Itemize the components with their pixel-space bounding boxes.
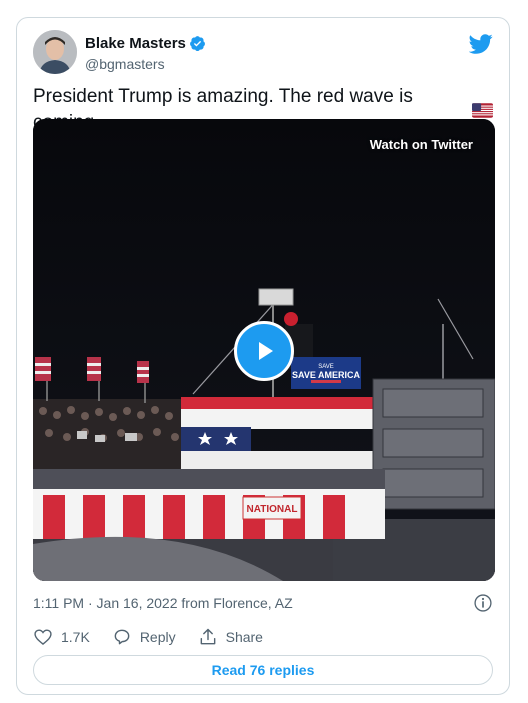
reply-bubble-icon [114, 629, 130, 645]
tweet-meta: 1:11 PM · Jan 16, 2022 from Florence, AZ [33, 592, 493, 614]
avatar[interactable] [33, 30, 77, 74]
reply-label: Reply [139, 629, 176, 645]
like-count: 1.7K [61, 629, 90, 645]
watch-on-twitter-link[interactable]: Watch on Twitter [370, 137, 473, 152]
tweet-card: Blake Masters @bgmasters President Trump… [16, 17, 510, 695]
author-name-row: Blake Masters [85, 35, 206, 52]
verified-badge-icon [189, 36, 205, 52]
like-button[interactable]: 1.7K [33, 627, 90, 647]
info-icon[interactable] [473, 593, 493, 613]
read-replies-button[interactable]: Read 76 replies [33, 655, 493, 685]
play-icon [259, 342, 273, 360]
share-button[interactable]: Share [198, 627, 263, 647]
heart-icon [34, 629, 52, 646]
share-label: Share [225, 629, 263, 645]
stage-sign-text: SAVE AMERICA [292, 370, 361, 380]
twitter-logo-icon[interactable] [469, 32, 493, 56]
banner-text: NATIONAL [247, 504, 298, 515]
author-handle[interactable]: @bgmasters [85, 56, 165, 72]
reply-button[interactable]: Reply [112, 627, 176, 647]
video-player[interactable]: SAVE SAVE AMERICA NATIONAL Watch on Twit… [33, 119, 495, 581]
tweet-header: Blake Masters @bgmasters [33, 30, 493, 78]
share-icon [200, 628, 215, 645]
timestamp[interactable]: 1:11 PM · Jan 16, 2022 from Florence, AZ [33, 595, 293, 611]
action-bar: 1.7K Reply Share [33, 626, 285, 648]
us-flag-emoji-icon [471, 102, 493, 118]
play-button[interactable] [234, 321, 294, 381]
author-name[interactable]: Blake Masters [85, 35, 186, 52]
